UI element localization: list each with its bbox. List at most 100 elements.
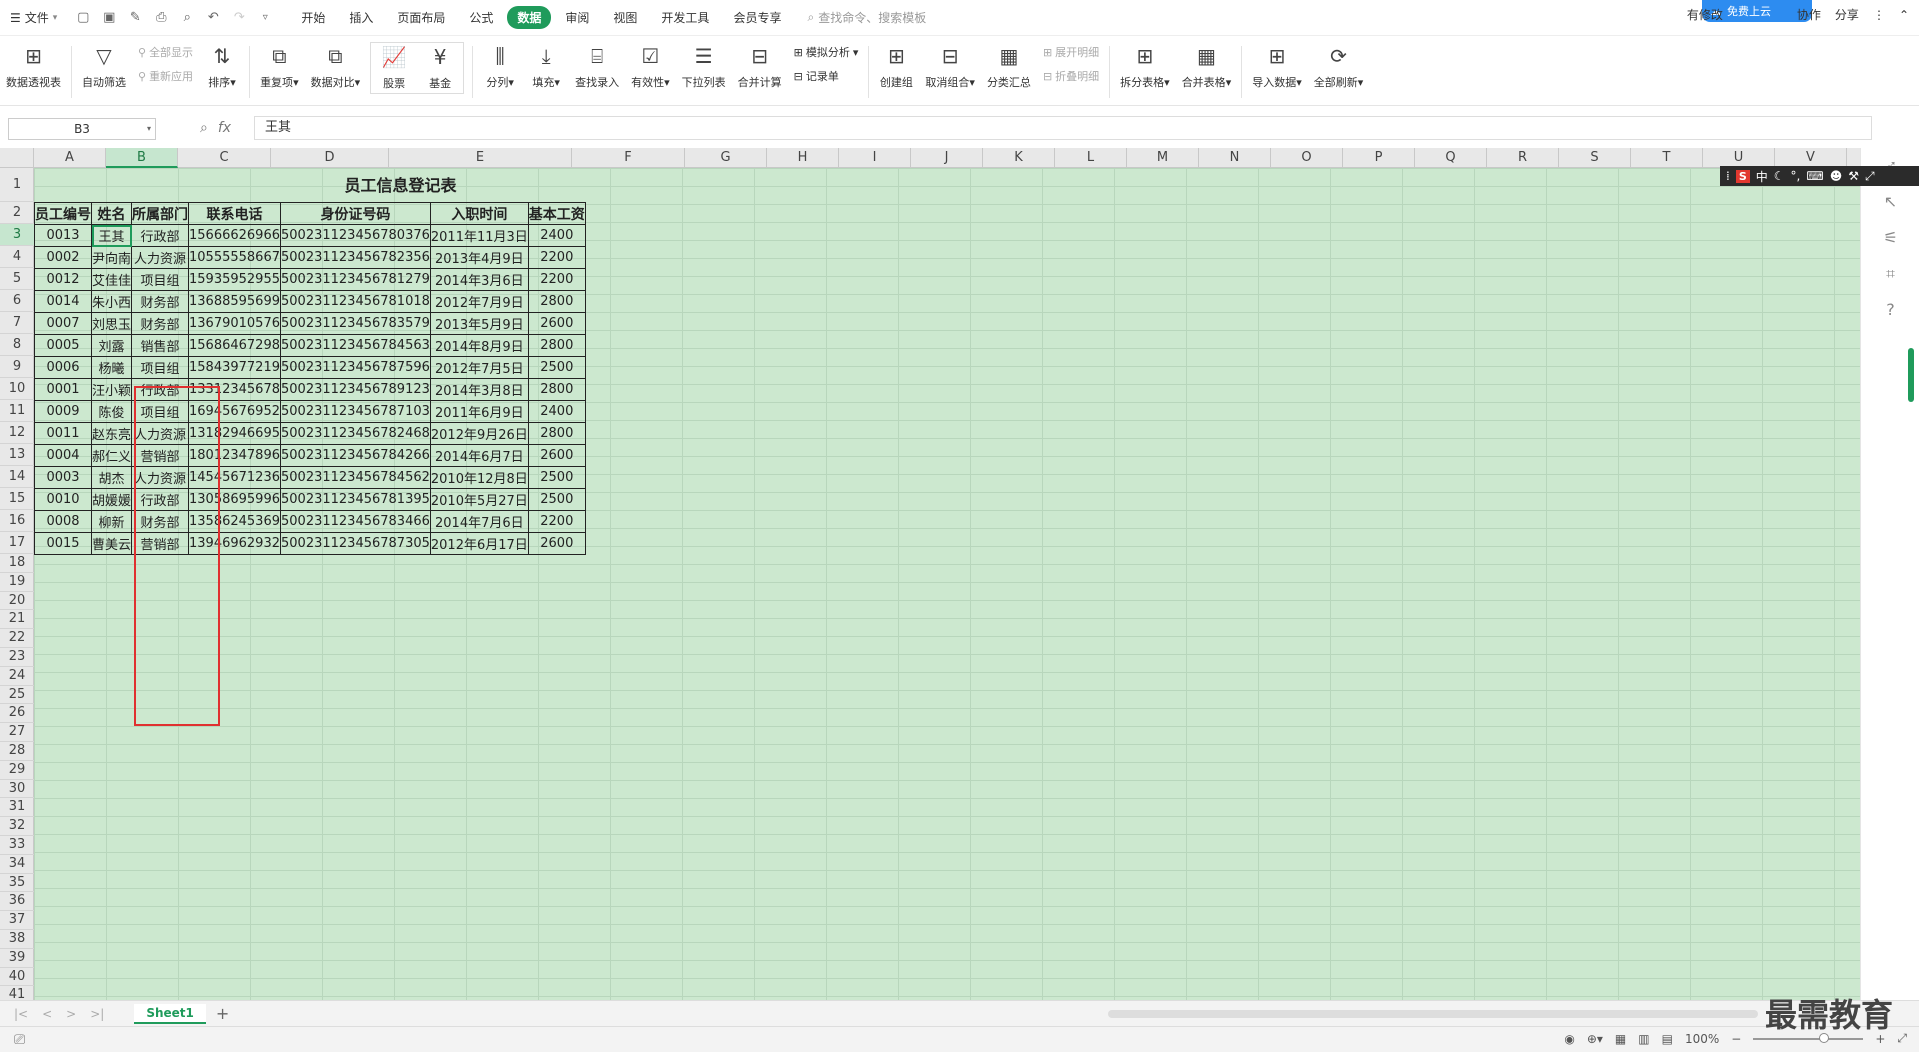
table-cell[interactable]: 王其 (90, 224, 133, 247)
row-header-31[interactable]: 31 (0, 798, 34, 818)
collapse-detail-button[interactable]: ⊟ 折叠明细 (1043, 68, 1099, 84)
table-cell[interactable]: 2014年3月8日 (429, 378, 529, 401)
table-cell[interactable]: 人力资源 (131, 466, 190, 489)
row-header-26[interactable]: 26 (0, 704, 34, 724)
table-cell[interactable]: 2600 (527, 532, 586, 555)
add-sheet-icon[interactable]: + (216, 1004, 229, 1023)
table-cell[interactable]: 15666626966 (188, 224, 281, 247)
collaborate-button[interactable]: 协作 (1797, 6, 1821, 23)
row-header-38[interactable]: 38 (0, 930, 34, 949)
row-header-21[interactable]: 21 (0, 610, 34, 630)
ungroup-button[interactable]: ⊟ 取消组合▾ (919, 42, 981, 90)
table-cell[interactable]: 2014年6月7日 (429, 444, 529, 467)
keyboard-icon[interactable]: ⌨ (1806, 169, 1823, 183)
table-cell[interactable]: 行政部 (131, 488, 190, 511)
table-cell[interactable]: 2014年3月6日 (429, 268, 529, 291)
table-cell[interactable]: 500231123456784563 (280, 334, 431, 357)
customize-icon[interactable]: ▿ (257, 12, 273, 23)
table-cell[interactable]: 500231123456781018 (280, 290, 431, 313)
fund-button[interactable]: ¥ 基金 (417, 43, 463, 93)
table-cell[interactable]: 销售部 (131, 334, 190, 357)
row-header-1[interactable]: 1 (0, 168, 34, 202)
zoom-formula-icon[interactable]: ⌕ (200, 120, 208, 136)
row-header-22[interactable]: 22 (0, 629, 34, 648)
table-cell[interactable]: 艾佳佳 (90, 268, 133, 291)
row-header-29[interactable]: 29 (0, 761, 34, 780)
table-cell[interactable]: 项目组 (131, 400, 190, 423)
table-cell[interactable]: 刘思玉 (90, 312, 133, 335)
page-break-view-icon[interactable]: ▤ (1662, 1032, 1673, 1046)
macro-record-icon[interactable]: ⎚ (0, 1032, 25, 1048)
table-cell[interactable]: 500231123456782356 (280, 246, 431, 269)
dropdown-list-button[interactable]: ☰ 下拉列表 (676, 42, 732, 90)
column-header-m[interactable]: M (1127, 148, 1199, 168)
user-icon[interactable]: ☻ (1830, 169, 1843, 183)
row-header-37[interactable]: 37 (0, 911, 34, 930)
layout-center-icon[interactable]: ⊕▾ (1587, 1032, 1603, 1046)
fill-button[interactable]: ⤓ 填充▾ (523, 42, 569, 90)
row-header-12[interactable]: 12 (0, 422, 34, 444)
table-cell[interactable]: 15935952955 (188, 268, 281, 291)
create-group-button[interactable]: ⊞ 创建组 (873, 42, 919, 90)
table-cell[interactable]: 16945676952 (188, 400, 281, 423)
collapse-ribbon-icon[interactable]: ⌃ (1899, 8, 1909, 22)
table-cell[interactable]: 2013年5月9日 (429, 312, 529, 335)
column-header-j[interactable]: J (911, 148, 983, 168)
print-icon[interactable]: ⎙ (153, 10, 169, 25)
table-cell[interactable]: 2500 (527, 488, 586, 511)
table-cell[interactable]: 2013年4月9日 (429, 246, 529, 269)
punctuation-icon[interactable]: °, (1791, 169, 1801, 183)
table-cell[interactable]: 10555558667 (188, 246, 281, 269)
row-header-16[interactable]: 16 (0, 510, 34, 532)
sheet-tab[interactable]: Sheet1 (134, 1003, 206, 1024)
column-header-k[interactable]: K (983, 148, 1055, 168)
undo-icon[interactable]: ↶ (205, 10, 221, 25)
table-cell[interactable]: 0002 (34, 246, 92, 269)
table-cell[interactable]: 0008 (34, 510, 92, 533)
table-cell[interactable]: 500231123456783466 (280, 510, 431, 533)
column-header-r[interactable]: R (1487, 148, 1559, 168)
modified-status[interactable]: 有修改 (1687, 6, 1723, 23)
format-painter-icon[interactable]: ✎ (127, 10, 143, 25)
row-header-20[interactable]: 20 (0, 592, 34, 611)
table-cell[interactable]: 2012年6月17日 (429, 532, 529, 555)
table-cell[interactable]: 2500 (527, 356, 586, 379)
print-preview-icon[interactable]: ⌕ (179, 10, 195, 25)
duplicates-button[interactable]: ⧉ 重复项▾ (254, 42, 305, 90)
table-cell[interactable]: 胡媛媛 (90, 488, 133, 511)
table-cell[interactable]: 500231123456789123 (280, 378, 431, 401)
vertical-scrollbar-thumb[interactable] (1908, 348, 1914, 402)
table-cell[interactable]: 13312345678 (188, 378, 281, 401)
table-cell[interactable]: 营销部 (131, 444, 190, 467)
table-cell[interactable]: 营销部 (131, 532, 190, 555)
table-cell[interactable]: 朱小西 (90, 290, 133, 313)
zoom-level[interactable]: 100% (1685, 1032, 1719, 1046)
table-cell[interactable]: 13586245369 (188, 510, 281, 533)
column-header-t[interactable]: T (1631, 148, 1703, 168)
header-cell[interactable]: 入职时间 (429, 202, 529, 225)
share-button[interactable]: 分享 (1835, 6, 1859, 23)
header-cell[interactable]: 联系电话 (188, 202, 281, 225)
tab-member[interactable]: 会员专享 (723, 6, 791, 29)
row-header-15[interactable]: 15 (0, 488, 34, 510)
row-header-36[interactable]: 36 (0, 892, 34, 912)
table-cell[interactable]: 2012年9月26日 (429, 422, 529, 445)
table-cell[interactable]: 财务部 (131, 510, 190, 533)
column-header-v[interactable]: V (1775, 148, 1847, 168)
row-header-33[interactable]: 33 (0, 836, 34, 855)
table-cell[interactable]: 500231123456787305 (280, 532, 431, 555)
tab-home[interactable]: 开始 (291, 6, 335, 29)
column-header-e[interactable]: E (389, 148, 572, 168)
autofilter-button[interactable]: ▽ 自动筛选 (76, 42, 132, 90)
table-cell[interactable]: 2014年8月9日 (429, 334, 529, 357)
table-cell[interactable]: 刘露 (90, 334, 133, 357)
pointer-icon[interactable]: ↖ (1861, 184, 1919, 220)
table-cell[interactable]: 胡杰 (90, 466, 133, 489)
table-cell[interactable]: 2011年11月3日 (429, 224, 529, 247)
table-cell[interactable]: 13688595699 (188, 290, 281, 313)
row-header-27[interactable]: 27 (0, 723, 34, 742)
header-cell[interactable]: 基本工资 (527, 202, 586, 225)
row-header-2[interactable]: 2 (0, 202, 34, 224)
table-cell[interactable]: 2014年7月6日 (429, 510, 529, 533)
subtotal-button[interactable]: ▦ 分类汇总 (981, 42, 1037, 90)
